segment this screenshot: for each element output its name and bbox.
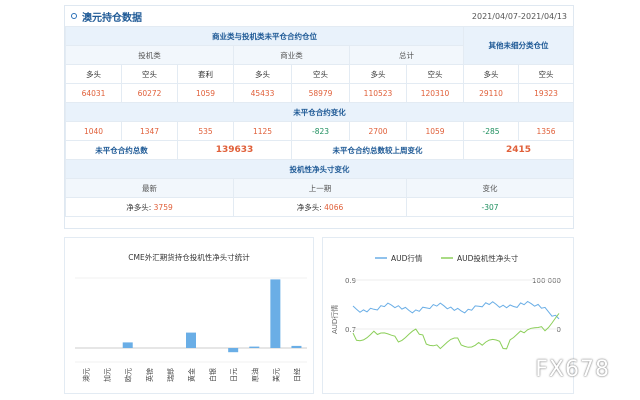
change-cell: 1356 <box>518 121 575 141</box>
position-cell: 64031 <box>65 83 122 103</box>
col-header: 空头 <box>121 64 178 84</box>
x-tick-label: 英镑 <box>145 368 154 382</box>
net-header-row: 最新 上一期 变化 <box>65 178 575 198</box>
left-tick: 0.7 <box>345 326 356 334</box>
position-cell: 1059 <box>177 83 234 103</box>
position-cell: 29110 <box>463 83 520 103</box>
oi-total-value: 139633 <box>177 140 292 160</box>
net-prev-label: 净多头: <box>296 202 322 212</box>
bar-日经 <box>291 345 302 348</box>
date-range: 2021/04/07-2021/04/13 <box>471 11 567 21</box>
positions-row: 64031 60272 1059 45433 58979 110523 1203… <box>65 83 575 103</box>
change-cell: 1059 <box>405 121 465 141</box>
col-header: 多头 <box>65 64 122 84</box>
bullet-icon <box>71 13 77 19</box>
legend-net: AUD投机性净头寸 <box>457 253 519 263</box>
changes-title: 未平仓合约变化 <box>64 102 575 122</box>
position-cell: 60272 <box>121 83 178 103</box>
oi-change-value: 2415 <box>463 140 575 160</box>
x-tick-label: 原油 <box>250 368 259 382</box>
col-header: 空头 <box>291 64 350 84</box>
x-tick-label: 日元 <box>230 368 238 382</box>
net-col-prev: 上一期 <box>233 178 407 198</box>
oi-total-label: 未平仓合约总数 <box>65 140 178 160</box>
group-header: 商业类与投机类未平仓合约仓位 <box>64 26 465 46</box>
oi-row: 未平仓合约总数 139633 未平仓合约总数较上周变化 2415 <box>65 140 575 160</box>
net-latest-label: 净多头: <box>126 202 152 212</box>
positions-table: 商业类与投机类未平仓合约仓位 其他未细分类仓位 投机类 商业类 总计 多头 空头… <box>64 26 575 217</box>
legend-aud: AUD行情 <box>391 253 423 263</box>
net-col-latest: 最新 <box>65 178 234 198</box>
change-cell: 1347 <box>121 121 178 141</box>
right-tick: 0 <box>557 326 561 334</box>
x-tick-label: 美元 <box>271 368 280 382</box>
bar-欧元 <box>122 342 133 348</box>
other-header: 其他未细分类仓位 <box>463 26 575 65</box>
x-tick-label: 加元 <box>103 368 112 382</box>
position-cell: 110523 <box>349 83 407 103</box>
col-header: 多头 <box>233 64 292 84</box>
change-cell: 2700 <box>349 121 407 141</box>
net-prev: 净多头: 4066 <box>233 197 407 217</box>
col-header: 套利 <box>177 64 234 84</box>
x-tick-label: 澳元 <box>82 368 91 382</box>
bar-chart: CME外汇期货持仓投机性净头寸统计 澳元 加元 欧元 英镑 瑞郎 黄金 白银 日元 原油 美元 日经 <box>75 252 307 382</box>
net-row: 净多头: 3759 净多头: 4066 -307 <box>65 197 575 217</box>
change-cell: 1125 <box>233 121 292 141</box>
position-cell: 19323 <box>518 83 575 103</box>
panel-header: 澳元持仓数据 2021/04/07-2021/04/13 <box>65 6 573 26</box>
change-cell: -285 <box>463 121 520 141</box>
left-tick: 0.9 <box>345 277 356 285</box>
net-latest: 净多头: 3759 <box>65 197 234 217</box>
col-header-row: 多头 空头 套利 多头 空头 多头 空头 多头 空头 <box>65 64 575 84</box>
change-cell: 535 <box>177 121 234 141</box>
total-header: 总计 <box>348 45 465 65</box>
col-header: 多头 <box>463 64 520 84</box>
aud-price-line <box>352 300 560 320</box>
legend: AUD行情 AUD投机性净头寸 <box>375 253 519 263</box>
changes-row: 1040 1347 535 1125 -823 2700 1059 -285 1… <box>65 121 575 141</box>
bar-原油 <box>249 346 260 348</box>
x-tick-label: 黄金 <box>187 368 196 382</box>
bar-chart-box: CME外汇期货持仓投机性净头寸统计 澳元 加元 欧元 英镑 瑞郎 黄金 白银 日元 原油 美元 日经 <box>64 237 314 394</box>
change-cell: 1040 <box>65 121 122 141</box>
position-cell: 45433 <box>233 83 292 103</box>
net-latest-value: 3759 <box>153 202 173 212</box>
x-tick-label: 瑞郎 <box>166 368 175 382</box>
comm-header: 商业类 <box>233 45 350 65</box>
col-header: 空头 <box>405 64 465 84</box>
x-tick-label: 欧元 <box>124 368 133 382</box>
bar-chart-title: CME外汇期货持仓投机性净头寸统计 <box>128 252 250 262</box>
bar-日元 <box>228 348 239 353</box>
positions-panel: 澳元持仓数据 2021/04/07-2021/04/13 商业类与投机类未平仓合… <box>64 5 575 229</box>
y-axis-label: AUD行情 <box>330 305 339 334</box>
x-tick-label: 白银 <box>208 368 217 382</box>
position-cell: 58979 <box>291 83 350 103</box>
x-tick-label: 日经 <box>292 368 301 382</box>
watermark: FX678 <box>535 357 610 382</box>
bar-黄金 <box>186 332 196 348</box>
spec-header: 投机类 <box>65 45 234 65</box>
col-header: 多头 <box>349 64 407 84</box>
net-title: 投机性净头寸变化 <box>64 159 575 179</box>
change-cell: -823 <box>291 121 350 141</box>
net-change-value: -307 <box>405 197 575 217</box>
position-cell: 120310 <box>405 83 465 103</box>
right-tick: 100 000 <box>532 277 561 285</box>
oi-change-label: 未平仓合约总数较上周变化 <box>290 140 465 160</box>
aud-net-position-line <box>352 313 560 350</box>
net-col-change: 变化 <box>405 178 575 198</box>
col-header: 空头 <box>518 64 575 84</box>
net-prev-value: 4066 <box>324 202 344 212</box>
panel-title: 澳元持仓数据 <box>82 12 142 24</box>
bar-美元 <box>270 279 281 348</box>
